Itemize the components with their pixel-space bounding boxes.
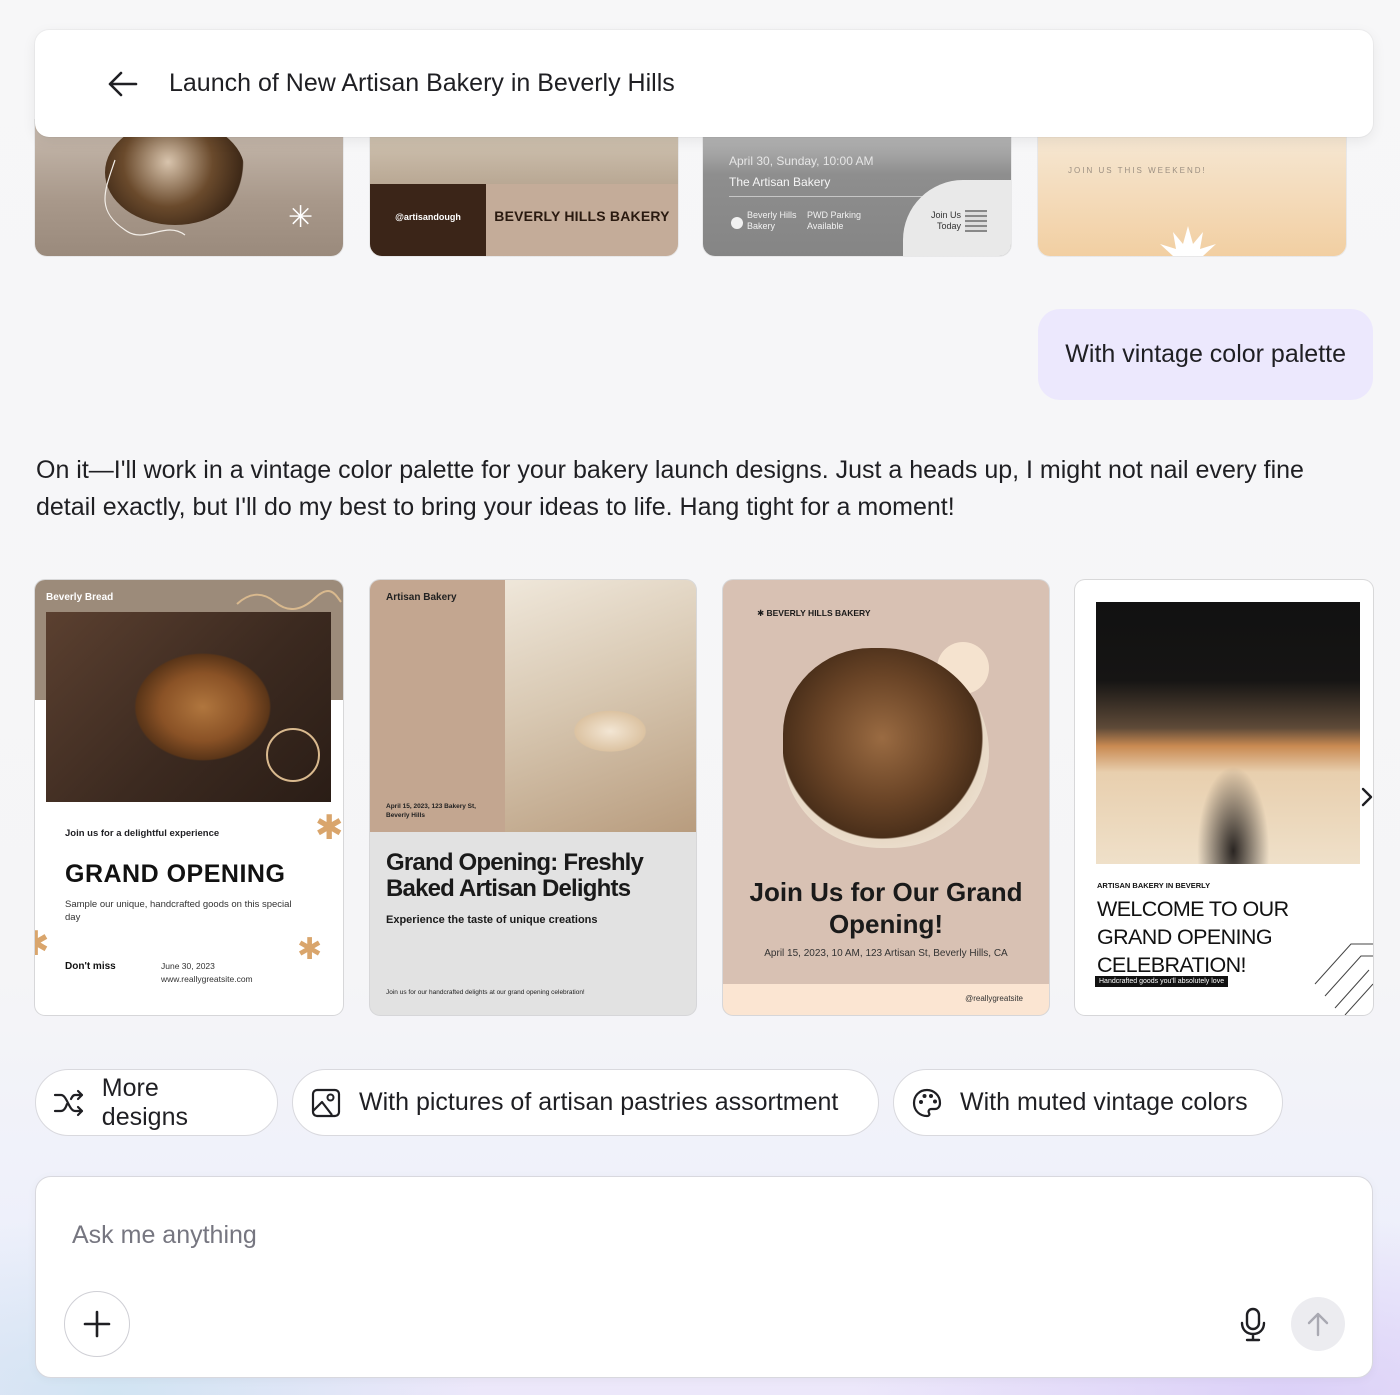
- body-text: Sample our unique, handcrafted goods on …: [65, 899, 292, 923]
- plus-icon: [83, 1310, 111, 1338]
- design-card-3[interactable]: ✱ BEVERLY HILLS BAKERY Join Us for Our G…: [723, 580, 1049, 1015]
- sunburst-icon: [1160, 226, 1216, 256]
- event-tag: JOIN US THIS WEEKEND!: [1068, 166, 1207, 175]
- decor-swirl: [104, 159, 186, 236]
- handle-text: @reallygreatsite: [965, 994, 1023, 1003]
- design-card-2[interactable]: Artisan Bakery April 15, 2023, 123 Baker…: [370, 580, 696, 1015]
- chevron-right-icon: [1361, 787, 1373, 807]
- circle-decor: [266, 728, 320, 782]
- suggestion-label: More designs: [101, 1073, 188, 1131]
- event-name: The Artisan Bakery: [729, 175, 831, 189]
- tagline-badge: Handcrafted goods you'll absolutely love: [1095, 976, 1229, 987]
- qr-icon: [965, 210, 987, 232]
- bread-photo: [1096, 602, 1360, 864]
- cta-text: Join Us Today: [930, 210, 961, 231]
- previous-design-1[interactable]: ✳: [35, 120, 343, 256]
- event-date: April 30, Sunday, 10:00 AM: [729, 154, 874, 168]
- send-button[interactable]: [1291, 1297, 1345, 1351]
- footer-text: Join us for our handcrafted delights at …: [386, 989, 585, 996]
- suggestion-more-designs[interactable]: More designs: [35, 1069, 278, 1136]
- chat-header: Launch of New Artisan Bakery in Beverly …: [35, 30, 1373, 137]
- suggestion-label: With pictures of artisan pastries assort…: [359, 1088, 839, 1116]
- wave-decor: [236, 590, 342, 610]
- assistant-message: On it—I'll work in a vintage color palet…: [36, 456, 1304, 521]
- previous-design-2[interactable]: @artisandough BEVERLY HILLS BAKERY: [370, 120, 678, 256]
- event-date: June 30, 2023: [161, 961, 215, 971]
- carousel-next-button[interactable]: [1355, 782, 1379, 812]
- palette-icon: [910, 1086, 944, 1120]
- arrow-left-icon: [108, 71, 138, 96]
- asterisk-decor: ✱: [297, 933, 323, 966]
- headline: WELCOME TO OUR GRAND OPENING CELEBRATION…: [1097, 897, 1289, 977]
- microphone-icon: [1240, 1307, 1266, 1342]
- subheadline: Experience the taste of unique creations: [386, 914, 598, 926]
- asterisk-decor: ✱: [315, 809, 343, 847]
- headline: Join Us for Our Grand Opening!: [749, 877, 1023, 939]
- bakery-name: BEVERLY HILLS BAKERY: [494, 208, 670, 224]
- previous-design-4[interactable]: JOIN US THIS WEEKEND!: [1038, 120, 1346, 256]
- headline: Grand Opening: Freshly Baked Artisan Del…: [386, 849, 644, 902]
- arrow-up-icon: [1307, 1312, 1329, 1337]
- tagline: Join us for a delightful experience: [65, 828, 220, 839]
- brand-label: Beverly Bread: [46, 592, 114, 603]
- geometric-decor: [1314, 943, 1373, 1015]
- user-message: With vintage color palette: [1038, 309, 1373, 400]
- bread-photo: [505, 580, 696, 832]
- design-card-4[interactable]: ARTISAN BAKERY IN BEVERLY WELCOME TO OUR…: [1075, 580, 1373, 1015]
- suggestion-artisan-pastries[interactable]: With pictures of artisan pastries assort…: [292, 1069, 879, 1136]
- asterisk-decor: ✳: [288, 201, 314, 234]
- shuffle-icon: [52, 1086, 86, 1120]
- suggestion-label: With muted vintage colors: [960, 1088, 1248, 1116]
- dont-miss: Don't miss: [65, 961, 116, 972]
- message-composer: [35, 1176, 1373, 1378]
- voice-input-button[interactable]: [1231, 1301, 1275, 1349]
- location-text: Beverly Hills Bakery: [747, 210, 797, 231]
- back-button[interactable]: [103, 64, 143, 104]
- address: April 15, 2023, 123 Bakery St, Beverly H…: [386, 803, 476, 819]
- brand-label: ✱ BEVERLY HILLS BAKERY: [757, 608, 871, 618]
- suggestion-muted-vintage-colors[interactable]: With muted vintage colors: [893, 1069, 1283, 1136]
- brand-label: Artisan Bakery: [386, 592, 457, 603]
- dot-icon: [731, 217, 743, 229]
- page-title: Launch of New Artisan Bakery in Beverly …: [169, 69, 675, 97]
- headline: GRAND OPENING: [65, 860, 286, 888]
- message-input[interactable]: [72, 1215, 1272, 1255]
- kicker: ARTISAN BAKERY IN BEVERLY: [1097, 881, 1211, 890]
- image-icon: [309, 1086, 343, 1120]
- asterisk-decor: ✱: [35, 925, 50, 963]
- parking-text: PWD Parking Available: [807, 210, 862, 231]
- website: www.reallygreatsite.com: [161, 974, 253, 984]
- add-attachment-button[interactable]: [64, 1291, 130, 1357]
- handle-text: @artisandough: [395, 212, 461, 222]
- previous-design-3[interactable]: April 30, Sunday, 10:00 AM The Artisan B…: [703, 120, 1011, 256]
- design-card-1[interactable]: Beverly Bread Join us for a delightful e…: [35, 580, 343, 1015]
- event-details: April 15, 2023, 10 AM, 123 Artisan St, B…: [764, 948, 1008, 959]
